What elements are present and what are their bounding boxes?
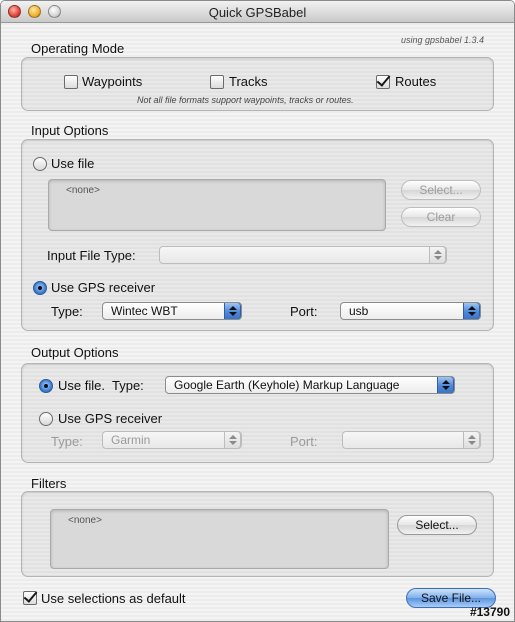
input-gps-type-value: Wintec WBT	[111, 304, 178, 318]
input-file-well: <none>	[48, 179, 386, 231]
formats-note: Not all file formats support waypoints, …	[137, 95, 354, 105]
output-type-label: Type:	[112, 378, 144, 393]
filters-heading: Filters	[31, 476, 67, 491]
input-port-value: usb	[349, 304, 369, 318]
output-use-gps-radio[interactable]	[39, 412, 53, 426]
output-options-heading: Output Options	[31, 345, 119, 360]
input-port-popup[interactable]: usb	[340, 302, 481, 320]
input-use-gps-radio[interactable]	[33, 281, 47, 295]
operating-mode-heading: Operating Mode	[31, 41, 125, 56]
input-use-gps-label: Use GPS receiver	[51, 280, 156, 295]
input-options-heading: Input Options	[31, 123, 109, 138]
popup-arrows-icon	[463, 303, 480, 319]
output-gps-type-value: Garmin	[111, 433, 151, 447]
input-file-type-label: Input File Type:	[47, 248, 136, 263]
waypoints-label: Waypoints	[82, 74, 143, 89]
input-gps-type-popup[interactable]: Wintec WBT	[102, 302, 242, 320]
output-use-file-label: Use file.	[58, 378, 105, 393]
routes-checkbox[interactable]	[376, 75, 390, 89]
use-as-default-label: Use selections as default	[41, 591, 186, 606]
input-select-button[interactable]: Select...	[401, 180, 481, 200]
popup-arrows-icon	[429, 247, 446, 263]
filters-well: <none>	[50, 509, 389, 569]
window-title: Quick GPSBabel	[208, 5, 307, 20]
output-type-value: Google Earth (Keyhole) Markup Language	[174, 378, 400, 392]
input-use-file-radio[interactable]	[33, 157, 47, 171]
input-gps-type-label: Type:	[51, 304, 83, 319]
popup-arrows-icon	[224, 432, 241, 448]
input-clear-button[interactable]: Clear	[401, 207, 481, 227]
filters-select-button[interactable]: Select...	[397, 515, 477, 535]
tracks-checkbox[interactable]	[210, 75, 224, 89]
routes-label: Routes	[395, 74, 437, 89]
output-port-popup[interactable]	[342, 431, 481, 449]
watermark-text: #13790	[469, 605, 510, 619]
app-window: Quick GPSBabel Operating Mode using gpsb…	[0, 0, 515, 622]
input-port-label: Port:	[290, 304, 318, 319]
popup-arrows-icon	[463, 432, 480, 448]
filters-value: <none>	[68, 515, 102, 526]
output-use-file-radio[interactable]	[39, 379, 53, 393]
output-type-popup[interactable]: Google Earth (Keyhole) Markup Language	[165, 376, 455, 394]
popup-arrows-icon	[437, 377, 454, 393]
popup-arrows-icon	[224, 303, 241, 319]
output-port-label: Port:	[290, 434, 318, 449]
input-file-value: <none>	[66, 185, 100, 196]
tracks-label: Tracks	[229, 74, 268, 89]
output-use-gps-label: Use GPS receiver	[58, 411, 163, 426]
version-text: using gpsbabel 1.3.4	[401, 35, 485, 45]
use-as-default-checkbox[interactable]	[23, 591, 37, 605]
output-gps-type-label: Type:	[51, 434, 83, 449]
input-use-file-label: Use file	[51, 156, 95, 171]
input-file-type-popup[interactable]	[159, 246, 447, 264]
output-gps-type-popup[interactable]: Garmin	[102, 431, 242, 449]
title-bar: Quick GPSBabel	[1, 1, 514, 23]
waypoints-checkbox[interactable]	[64, 75, 78, 89]
